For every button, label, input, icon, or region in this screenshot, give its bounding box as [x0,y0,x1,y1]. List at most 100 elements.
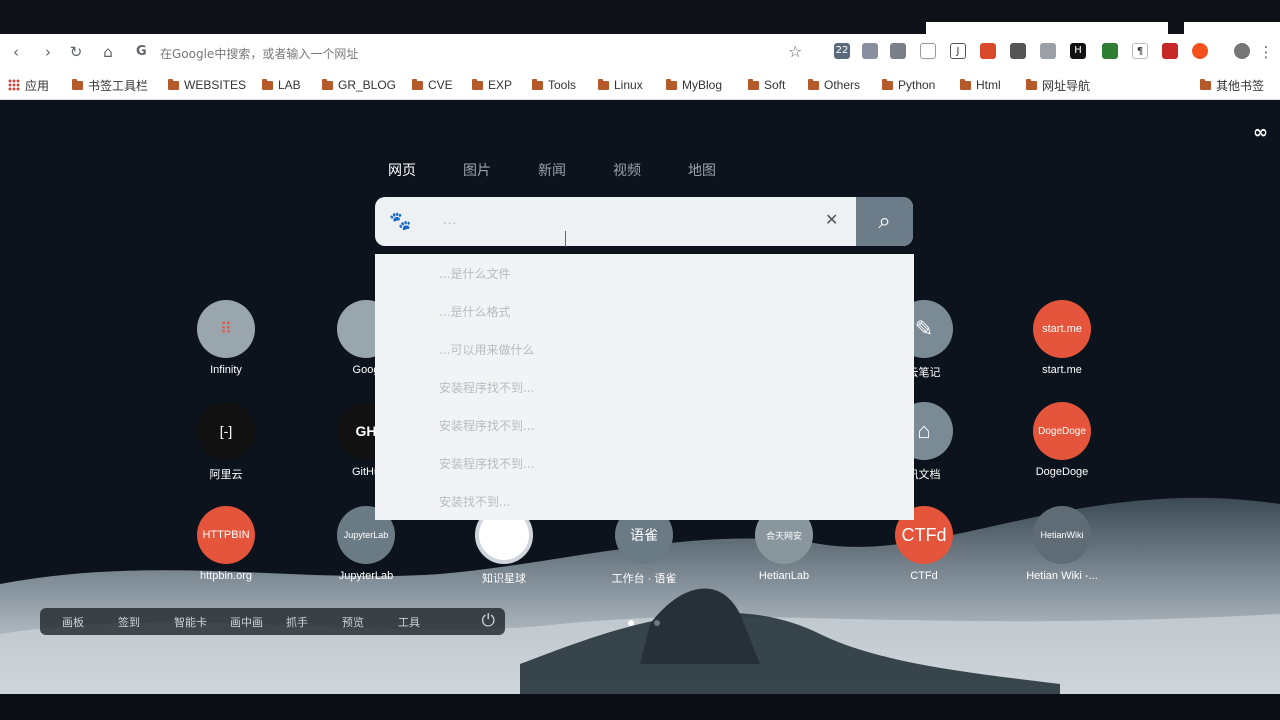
folder-icon [472,78,483,90]
menu-icon[interactable]: ⋮ [1256,42,1276,62]
tile-hetianwiki[interactable]: HetianWiki Hetian Wiki -... [1014,506,1110,582]
extension-icon[interactable]: J [950,43,966,59]
bookmark-label: Tools [548,78,577,92]
folder-icon [748,78,759,90]
suggestion-dropdown: ...是什么文件 ...是什么格式 ...可以用来做什么 安装程序找不到... … [375,254,914,520]
bookmark-folder[interactable]: Html [960,76,1001,94]
shield-extension-icon[interactable] [1162,43,1178,59]
search-button[interactable]: ⌕ [856,197,913,246]
suggestion-item[interactable]: 安装找不到... [375,488,914,526]
record-extension-icon[interactable] [1192,43,1208,59]
suggestion-item[interactable]: ...是什么文件 [375,260,914,298]
bookmark-folder[interactable]: 书签工具栏 [72,76,148,94]
tile-label: Hetian Wiki -... [1026,570,1098,582]
bookmark-folder[interactable]: LAB [262,76,301,94]
extension-icon[interactable] [890,43,906,59]
dock-item[interactable]: 签到 [118,614,174,630]
tile-label: Infinity [210,364,242,376]
bookmark-folder[interactable]: GR_BLOG [322,76,396,94]
paragraph-extension-icon[interactable]: ¶ [1132,43,1148,59]
calendar-extension-icon[interactable]: 22 [834,43,850,59]
bookmark-folder[interactable]: Soft [748,76,785,94]
text-cursor [565,231,571,247]
extension-icon[interactable] [980,43,996,59]
suggestion-item[interactable]: 安装程序找不到... [375,450,914,488]
dock-item[interactable]: 画板 [62,614,118,630]
aliyun-icon: [-] [197,402,255,460]
profile-avatar[interactable] [1234,43,1250,59]
bookmark-apps[interactable]: 应用 [8,76,49,94]
address-bar[interactable]: G 在Google中搜索，或者输入一个网址 ☆ [126,38,816,66]
page-dot[interactable] [654,620,660,626]
folder-icon [322,78,333,90]
tile-label: httpbin.org [200,570,252,582]
circle-extension-icon[interactable] [920,43,936,59]
tile-infinity[interactable]: ⠿ Infinity [178,300,274,376]
suggestion-item[interactable]: ...是什么格式 [375,298,914,336]
folder-icon [1200,78,1211,90]
folder-icon [666,78,677,90]
bookmark-label: 应用 [25,78,50,93]
wifi-extension-icon[interactable] [1040,43,1056,59]
taskbar [0,694,1280,720]
reload-icon[interactable]: ↻ [66,42,86,62]
bookmark-folder[interactable]: Linux [598,76,643,94]
tile-label: 知识星球 [482,573,526,585]
tile-dogedoge[interactable]: DogeDoge DogeDoge [1014,402,1110,478]
folder-icon [882,78,893,90]
suggestion-item[interactable]: 安装程序找不到... [375,374,914,412]
tab-images[interactable]: 图片 [463,160,491,180]
bookmark-folder[interactable]: CVE [412,76,453,94]
dock-item[interactable]: 预览 [342,614,398,630]
tile-label: 阿里云 [209,469,243,481]
search-input[interactable]: ... [443,213,457,227]
tile-label: 工作台 · 语雀 [611,573,677,585]
dock-item[interactable]: 画中画 [230,614,286,630]
forward-icon[interactable]: › [38,42,58,62]
clear-icon[interactable]: ✕ [825,210,838,229]
infinity-app-icon: ⠿ [197,300,255,358]
folder-icon [598,78,609,90]
tile-label: JupyterLab [338,570,394,582]
tab-web[interactable]: 网页 [388,160,416,180]
extension-icon[interactable] [862,43,878,59]
home-icon[interactable]: ⌂ [98,42,118,62]
dock-item[interactable]: 抓手 [286,614,342,630]
tab-video[interactable]: 视频 [613,160,641,180]
bookmark-folder[interactable]: WEBSITES [168,76,246,94]
power-icon[interactable]: ⏻ [482,611,495,631]
tile-aliyun[interactable]: [-] 阿里云 [178,402,274,482]
page-dot[interactable] [628,620,634,626]
back-icon[interactable]: ‹ [6,42,26,62]
folder-icon [262,78,273,90]
extension-icon[interactable]: H [1070,43,1086,59]
folder-icon [1026,78,1037,90]
bookmark-folder[interactable]: Tools [532,76,576,94]
bookmarks-bar: 应用 书签工具栏 WEBSITES LAB GR_BLOG CVE EXP To… [0,70,1280,100]
search-box[interactable]: 🐾 ... ✕ ⌕ [375,197,913,246]
bookmark-label: WEBSITES [184,78,247,92]
bookmark-folder[interactable]: EXP [472,76,512,94]
tab-news[interactable]: 新闻 [538,160,566,180]
hetianwiki-icon: HetianWiki [1033,506,1091,564]
baidu-paw-icon[interactable]: 🐾 [389,211,411,232]
dock-item[interactable]: 智能卡 [174,614,230,630]
bookmark-folder[interactable]: 网址导航 [1026,76,1090,94]
tile-label: CTFd [910,570,938,582]
infinity-icon[interactable]: ∞ [1253,122,1268,143]
bookmark-folder[interactable]: Others [808,76,860,94]
extension-icon[interactable] [1010,43,1026,59]
tab-maps[interactable]: 地图 [688,160,716,180]
bookmark-star-icon[interactable]: ☆ [788,42,802,61]
tile-httpbin[interactable]: HTTPBIN httpbin.org [178,506,274,582]
bottom-dock: 画板 签到 智能卡 画中画 抓手 预览 工具 ⏻ [40,608,505,635]
bookmark-folder[interactable]: Python [882,76,935,94]
dock-item[interactable]: 工具 [398,614,454,630]
bookmark-folder[interactable]: MyBlog [666,76,722,94]
suggestion-item[interactable]: ...可以用来做什么 [375,336,914,374]
bookmark-other[interactable]: 其他书签 [1200,76,1264,94]
suggestion-item[interactable]: 安装程序找不到... [375,412,914,450]
tile-startme[interactable]: start.me start.me [1014,300,1110,376]
page-indicator [628,620,660,626]
extension-icon[interactable] [1102,43,1118,59]
